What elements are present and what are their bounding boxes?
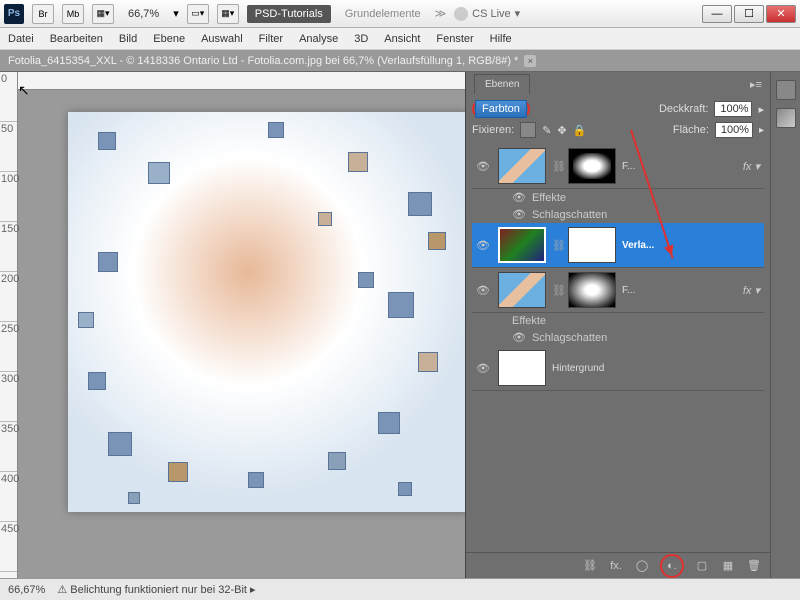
layer-row[interactable]: 👁 ⛓ F... fx ▾: [472, 144, 764, 189]
document-tab[interactable]: Fotolia_6415354_XXL - © 1418336 Ontario …: [0, 50, 800, 72]
layer-thumb[interactable]: [498, 272, 546, 308]
layer-thumb[interactable]: [498, 148, 546, 184]
ruler-horizontal: [18, 72, 465, 90]
fill-input[interactable]: 100%: [715, 122, 753, 138]
lock-paint-icon[interactable]: ✎: [542, 124, 551, 137]
visibility-icon[interactable]: 👁: [476, 239, 492, 251]
hand-button[interactable]: ▦▾: [217, 4, 239, 24]
minimize-button[interactable]: —: [702, 5, 732, 23]
layers-tab[interactable]: Ebenen: [474, 74, 530, 94]
mask-thumb[interactable]: [568, 272, 616, 308]
lock-transparent-icon[interactable]: [520, 122, 536, 138]
fx-badge[interactable]: fx ▾: [743, 284, 760, 297]
new-layer-icon[interactable]: ▦: [720, 558, 736, 574]
fill-label: Fläche:: [673, 124, 709, 136]
link-icon: ⛓: [552, 160, 562, 173]
photoshop-icon: Ps: [4, 4, 24, 24]
fx-badge[interactable]: fx ▾: [743, 160, 760, 173]
canvas[interactable]: [68, 112, 465, 512]
layer-thumb[interactable]: [498, 227, 546, 263]
menu-ebene[interactable]: Ebene: [153, 33, 185, 45]
zoom-display[interactable]: 66,7%: [122, 6, 165, 22]
fx-icon[interactable]: fx.: [608, 558, 624, 574]
panel-menu-icon[interactable]: ▸≡: [750, 78, 762, 91]
menubar: Datei Bearbeiten Bild Ebene Auswahl Filt…: [0, 28, 800, 50]
right-dock: [770, 72, 800, 578]
menu-3d[interactable]: 3D: [354, 33, 368, 45]
status-zoom[interactable]: 66,67%: [8, 584, 45, 596]
dock-panel-icon[interactable]: [776, 108, 796, 128]
trash-icon[interactable]: 🗑: [746, 558, 762, 574]
fx-dropshadow[interactable]: 👁Schlagschatten: [472, 206, 764, 223]
visibility-icon[interactable]: 👁: [476, 160, 492, 172]
mask-thumb[interactable]: [568, 148, 616, 184]
layers-panel: Ebenen ▸≡ Farbton Deckkraft: 100%▸ Fixie…: [465, 72, 770, 578]
fx-effects[interactable]: 👁Effekte: [472, 189, 764, 206]
blend-mode-select[interactable]: Farbton: [475, 100, 527, 118]
fx-effects[interactable]: Effekte: [472, 313, 764, 329]
menu-hilfe[interactable]: Hilfe: [490, 33, 512, 45]
adjustment-icon[interactable]: ◐.: [664, 558, 680, 574]
link-icon: ⛓: [552, 284, 562, 297]
group-icon[interactable]: ▢: [694, 558, 710, 574]
mask-thumb[interactable]: [568, 227, 616, 263]
arrange-button[interactable]: ▭▾: [187, 4, 209, 24]
workspace: 050100 150200250 300350400 450: [0, 72, 800, 578]
visibility-icon[interactable]: 👁: [476, 362, 492, 374]
minibridge-button[interactable]: Mb: [62, 4, 84, 24]
menu-filter[interactable]: Filter: [259, 33, 283, 45]
menu-analyse[interactable]: Analyse: [299, 33, 338, 45]
menu-bearbeiten[interactable]: Bearbeiten: [50, 33, 103, 45]
blend-mode-highlight: Farbton: [472, 100, 530, 118]
workspace-grund[interactable]: Grundelemente: [339, 6, 427, 22]
menu-auswahl[interactable]: Auswahl: [201, 33, 243, 45]
opacity-label: Deckkraft:: [659, 103, 709, 115]
canvas-area[interactable]: [18, 72, 465, 578]
dock-expand-icon[interactable]: [776, 80, 796, 100]
visibility-icon[interactable]: 👁: [476, 284, 492, 296]
link-layers-icon[interactable]: ⛓: [582, 558, 598, 574]
panel-footer: ⛓ fx. ◯ ◐. ▢ ▦ 🗑: [466, 552, 770, 578]
statusbar: 66,67% ⚠ Belichtung funktioniert nur bei…: [0, 578, 800, 600]
lock-all-icon[interactable]: 🔒: [573, 124, 587, 137]
screenmode-button[interactable]: ▦▾: [92, 4, 114, 24]
lock-move-icon[interactable]: ✥: [557, 124, 566, 137]
bridge-button[interactable]: Br: [32, 4, 54, 24]
ruler-vertical: 050100 150200250 300350400 450: [0, 72, 18, 578]
layer-thumb[interactable]: ↖: [498, 350, 546, 386]
status-msg: ⚠ Belichtung funktioniert nur bei 32-Bit…: [57, 583, 255, 596]
close-tab-icon[interactable]: ×: [524, 55, 536, 67]
fx-dropshadow[interactable]: 👁Schlagschatten: [472, 329, 764, 346]
titlebar: Ps Br Mb ▦▾ 66,7%▾ ▭▾ ▦▾ PSD-Tutorials G…: [0, 0, 800, 28]
menu-datei[interactable]: Datei: [8, 33, 34, 45]
cslive-button[interactable]: CS Live▾: [454, 7, 520, 21]
close-button[interactable]: ✕: [766, 5, 796, 23]
mask-icon[interactable]: ◯: [634, 558, 650, 574]
menu-fenster[interactable]: Fenster: [436, 33, 473, 45]
menu-bild[interactable]: Bild: [119, 33, 137, 45]
layer-row[interactable]: 👁 ⛓ F... fx ▾: [472, 268, 764, 313]
maximize-button[interactable]: ☐: [734, 5, 764, 23]
link-icon: ⛓: [552, 239, 562, 252]
menu-ansicht[interactable]: Ansicht: [384, 33, 420, 45]
layer-row-selected[interactable]: 👁 ⛓ Verla...: [472, 223, 764, 268]
opacity-input[interactable]: 100%: [714, 101, 752, 117]
workspace-tutorials[interactable]: PSD-Tutorials: [247, 5, 331, 23]
workspace-more[interactable]: ≫: [435, 7, 447, 20]
lock-label: Fixieren:: [472, 124, 514, 136]
layer-row-background[interactable]: 👁 ↖ Hintergrund: [472, 346, 764, 391]
